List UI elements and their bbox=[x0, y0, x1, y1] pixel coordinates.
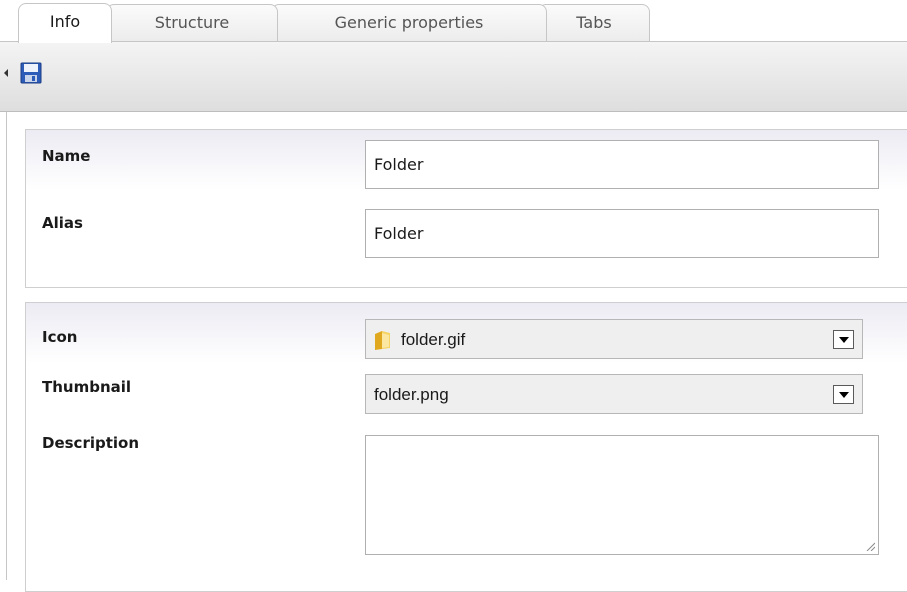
icon-label: Icon bbox=[42, 328, 78, 346]
appearance-panel: Icon folder.gif Thumbnail folder.png Des… bbox=[25, 302, 907, 592]
tab-generic-properties[interactable]: Generic properties bbox=[271, 4, 547, 41]
content-area: Name Alias Icon folder.gif Thumbnail fol… bbox=[6, 112, 907, 592]
description-label: Description bbox=[42, 434, 140, 452]
tab-info[interactable]: Info bbox=[18, 3, 112, 43]
save-icon[interactable] bbox=[20, 62, 42, 84]
toolbar-collapse-arrow-icon[interactable] bbox=[4, 69, 8, 77]
thumbnail-select-value: folder.png bbox=[374, 385, 449, 404]
icon-select[interactable]: folder.gif bbox=[365, 319, 863, 359]
alias-label: Alias bbox=[42, 214, 83, 232]
tab-bar: Tabs Generic properties Structure Info bbox=[0, 0, 907, 43]
icon-select-chevron-down-icon[interactable] bbox=[833, 330, 854, 349]
folder-icon bbox=[375, 331, 390, 350]
general-panel: Name Alias bbox=[25, 129, 907, 288]
thumbnail-label: Thumbnail bbox=[42, 378, 132, 396]
tab-structure[interactable]: Structure bbox=[106, 4, 278, 41]
thumbnail-select-chevron-down-icon[interactable] bbox=[833, 385, 854, 404]
resize-grip-icon[interactable] bbox=[865, 541, 875, 551]
icon-select-value: folder.gif bbox=[401, 330, 466, 349]
document-type-editor: Tabs Generic properties Structure Info N… bbox=[0, 0, 907, 592]
alias-input[interactable] bbox=[365, 209, 879, 258]
name-input[interactable] bbox=[365, 140, 879, 189]
description-textarea[interactable] bbox=[365, 435, 879, 555]
tab-tabs[interactable]: Tabs bbox=[538, 4, 650, 41]
thumbnail-select[interactable]: folder.png bbox=[365, 374, 863, 414]
name-label: Name bbox=[42, 147, 91, 165]
toolbar bbox=[0, 42, 907, 112]
